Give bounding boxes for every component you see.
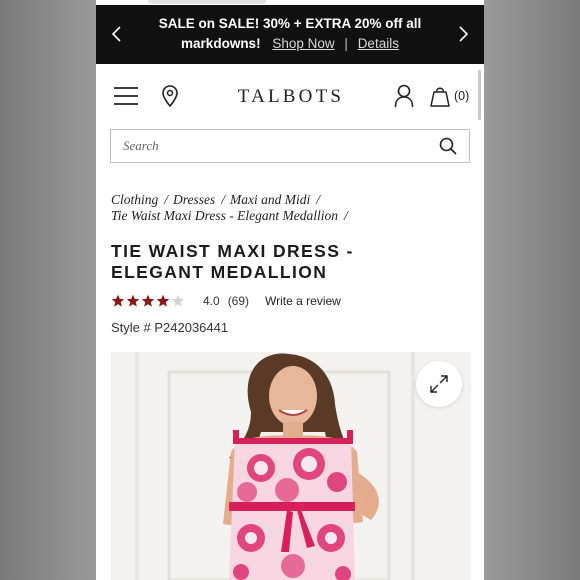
breadcrumb-item-dresses[interactable]: Dresses: [173, 192, 215, 207]
promo-separator: |: [344, 36, 348, 51]
promo-headline: SALE on SALE! 30% + EXTRA 20% off all: [158, 16, 422, 31]
style-number: Style # P242036441: [111, 320, 229, 335]
breadcrumb-item-current[interactable]: Tie Waist Maxi Dress - Elegant Medallion: [111, 208, 338, 223]
details-link[interactable]: Details: [358, 36, 399, 51]
search-box: [110, 129, 470, 163]
shop-now-link[interactable]: Shop Now: [272, 36, 334, 51]
mobile-viewport: SALE on SALE! 30% + EXTRA 20% off all ma…: [96, 0, 484, 580]
breadcrumb-separator: /: [343, 208, 348, 223]
rating-value: 4.0: [203, 294, 220, 308]
site-header: TALBOTS (0): [96, 64, 484, 126]
star-filled-icon: [156, 294, 170, 307]
rating-count[interactable]: (69): [228, 294, 249, 308]
breadcrumb-separator: /: [164, 192, 169, 207]
breadcrumb: Clothing / Dresses / Maxi and Midi / Tie Wais…: [111, 192, 471, 224]
star-filled-icon: [141, 294, 155, 307]
breadcrumb-item-maxi-and-midi[interactable]: Maxi and Midi: [230, 192, 310, 207]
breadcrumb-separator: /: [316, 192, 321, 207]
user-icon[interactable]: [394, 84, 414, 113]
product-rating[interactable]: 4.0 (69) Write a review: [111, 293, 341, 309]
search-input[interactable]: [123, 136, 423, 156]
talbots-logo[interactable]: TALBOTS: [226, 86, 356, 108]
rating-stars: [111, 294, 185, 308]
star-empty-icon: [171, 294, 185, 307]
breadcrumb-separator: /: [221, 192, 226, 207]
top-pill: [148, 0, 266, 4]
star-filled-icon: [126, 294, 140, 307]
product-title: TIE WAIST MAXI DRESS - ELEGANT MEDALLION: [111, 241, 354, 282]
zoom-button[interactable]: [416, 361, 462, 407]
promo-line2-text: markdowns!: [181, 36, 261, 51]
promo-line2: markdowns! Shop Now | Details: [96, 36, 484, 51]
breadcrumb-line-1: Clothing / Dresses / Maxi and Midi /: [111, 192, 471, 208]
hamburger-menu-icon[interactable]: [113, 86, 139, 111]
product-image[interactable]: [111, 352, 471, 580]
promo-banner: SALE on SALE! 30% + EXTRA 20% off all ma…: [96, 5, 484, 64]
bag-count[interactable]: (0): [454, 89, 469, 103]
star-filled-icon: [111, 294, 125, 307]
search-icon[interactable]: [439, 137, 457, 160]
write-review-link[interactable]: Write a review: [265, 294, 341, 308]
breadcrumb-line-2: Tie Waist Maxi Dress - Elegant Medallion…: [111, 208, 471, 224]
breadcrumb-item-clothing[interactable]: Clothing: [111, 192, 158, 207]
expand-icon: [430, 375, 448, 393]
chevron-right-icon[interactable]: [451, 22, 475, 46]
map-pin-icon[interactable]: [161, 85, 179, 112]
shopping-bag-icon[interactable]: [429, 85, 451, 112]
scrollbar[interactable]: [478, 70, 481, 120]
